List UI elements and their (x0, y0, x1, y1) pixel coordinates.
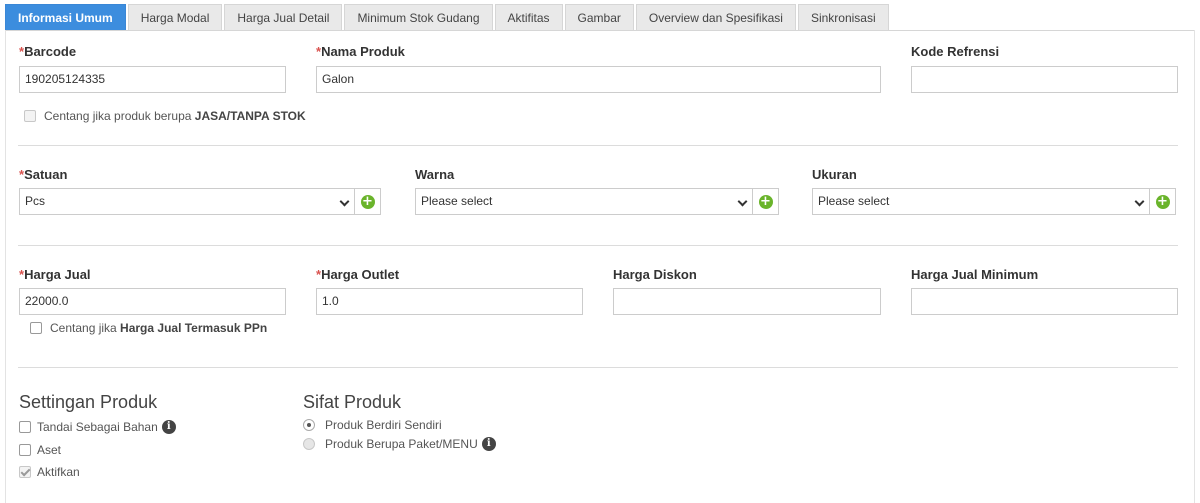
harga-diskon-label: Harga Diskon (613, 267, 697, 282)
aktifkan-label: Aktifkan (37, 465, 80, 479)
ppn-checkbox[interactable] (30, 322, 42, 334)
barcode-label-text: Barcode (24, 44, 77, 59)
nama-produk-label-text: Nama Produk (321, 44, 405, 59)
ukuran-label: Ukuran (812, 167, 857, 182)
aset-row[interactable]: Aset (19, 443, 61, 457)
divider-1 (18, 145, 1178, 146)
harga-diskon-input[interactable] (613, 288, 881, 315)
ppn-checkbox-text: Centang jika (50, 321, 121, 335)
info-icon[interactable]: i (161, 420, 176, 434)
sifat-produk-title: Sifat Produk (303, 392, 402, 412)
tab-gambar[interactable]: Gambar (564, 4, 634, 31)
tandai-bahan-checkbox[interactable] (19, 421, 31, 433)
paket-menu-row[interactable]: Produk Berupa Paket/MENU i (303, 437, 496, 451)
ppn-checkbox-bold: Harga Jual Termasuk PPn (120, 321, 268, 335)
jasa-checkbox-label: Centang jika produk berupa JASA/TANPA ST… (44, 109, 306, 123)
harga-jual-label: *Harga Jual (19, 267, 91, 282)
plus-circle-icon: + (758, 193, 773, 209)
harga-jual-minimum-label: Harga Jual Minimum (911, 267, 1039, 282)
jasa-checkbox[interactable] (24, 110, 36, 122)
barcode-label: *Barcode (19, 44, 76, 59)
harga-jual-label-text: Harga Jual (24, 267, 91, 282)
tandai-bahan-label: Tandai Sebagai Bahan (37, 420, 158, 434)
info-icon[interactable]: i (481, 437, 496, 451)
berdiri-sendiri-row[interactable]: Produk Berdiri Sendiri (303, 418, 442, 432)
harga-outlet-label-text: Harga Outlet (321, 267, 400, 282)
chevron-down-icon (737, 196, 748, 207)
add-warna-button[interactable]: + (753, 188, 779, 215)
satuan-select[interactable]: Pcs (19, 188, 355, 215)
tab-harga-modal[interactable]: Harga Modal (127, 4, 223, 31)
nama-produk-input[interactable]: Galon (316, 66, 881, 93)
nama-produk-label: *Nama Produk (316, 44, 405, 59)
warna-select[interactable]: Please select (415, 188, 753, 215)
tab-overview-dan-spesifikasi[interactable]: Overview dan Spesifikasi (635, 4, 796, 31)
harga-outlet-input[interactable]: 1.0 (316, 288, 583, 315)
berdiri-sendiri-label: Produk Berdiri Sendiri (325, 418, 442, 432)
jasa-checkbox-text: Centang jika produk berupa (44, 109, 195, 123)
aset-label: Aset (37, 443, 62, 457)
barcode-input[interactable]: 190205124335 (19, 66, 286, 93)
settingan-produk-title: Settingan Produk (19, 392, 158, 412)
kode-refrensi-label: Kode Refrensi (911, 44, 1000, 59)
aset-checkbox[interactable] (19, 444, 31, 456)
plus-circle-icon: + (360, 193, 375, 209)
ppn-checkbox-label: Centang jika Harga Jual Termasuk PPn (50, 321, 267, 335)
chevron-down-icon (1134, 196, 1145, 207)
harga-outlet-label: *Harga Outlet (316, 267, 399, 282)
kode-refrensi-input[interactable] (911, 66, 1178, 93)
chevron-down-icon (339, 196, 350, 207)
ppn-checkbox-row[interactable]: Centang jika Harga Jual Termasuk PPn (30, 321, 267, 335)
berdiri-sendiri-radio[interactable] (303, 419, 315, 431)
tab-informasi-umum[interactable]: Informasi Umum (5, 4, 126, 31)
plus-circle-icon: + (1155, 193, 1170, 209)
tandai-bahan-row[interactable]: Tandai Sebagai Bahan i (19, 420, 176, 434)
paket-menu-label: Produk Berupa Paket/MENU (325, 437, 478, 451)
add-satuan-button[interactable]: + (355, 188, 381, 215)
warna-select-value: Please select (421, 194, 493, 208)
aktifkan-row[interactable]: Aktifkan (19, 465, 80, 479)
harga-jual-minimum-input[interactable] (911, 288, 1178, 315)
jasa-checkbox-bold: JASA/TANPA STOK (194, 109, 306, 123)
satuan-select-value: Pcs (25, 194, 46, 208)
satuan-label-text: Satuan (24, 167, 68, 182)
warna-label: Warna (415, 167, 455, 182)
tab-sinkronisasi[interactable]: Sinkronisasi (797, 4, 889, 31)
ukuran-select[interactable]: Please select (812, 188, 1150, 215)
jasa-checkbox-row[interactable]: Centang jika produk berupa JASA/TANPA ST… (24, 109, 306, 123)
ukuran-select-value: Please select (818, 194, 890, 208)
tab-bar: Informasi Umum Harga Modal Harga Jual De… (5, 4, 891, 31)
add-ukuran-button[interactable]: + (1150, 188, 1176, 215)
tab-harga-jual-detail[interactable]: Harga Jual Detail (224, 4, 343, 31)
tab-aktifitas[interactable]: Aktifitas (494, 4, 563, 31)
aktifkan-checkbox[interactable] (19, 466, 31, 478)
tab-minimum-stok-gudang[interactable]: Minimum Stok Gudang (344, 4, 493, 31)
divider-2 (18, 245, 1178, 246)
satuan-label: *Satuan (19, 167, 67, 182)
paket-menu-radio[interactable] (303, 438, 315, 450)
harga-jual-input[interactable]: 22000.0 (19, 288, 286, 315)
divider-3 (18, 367, 1178, 368)
